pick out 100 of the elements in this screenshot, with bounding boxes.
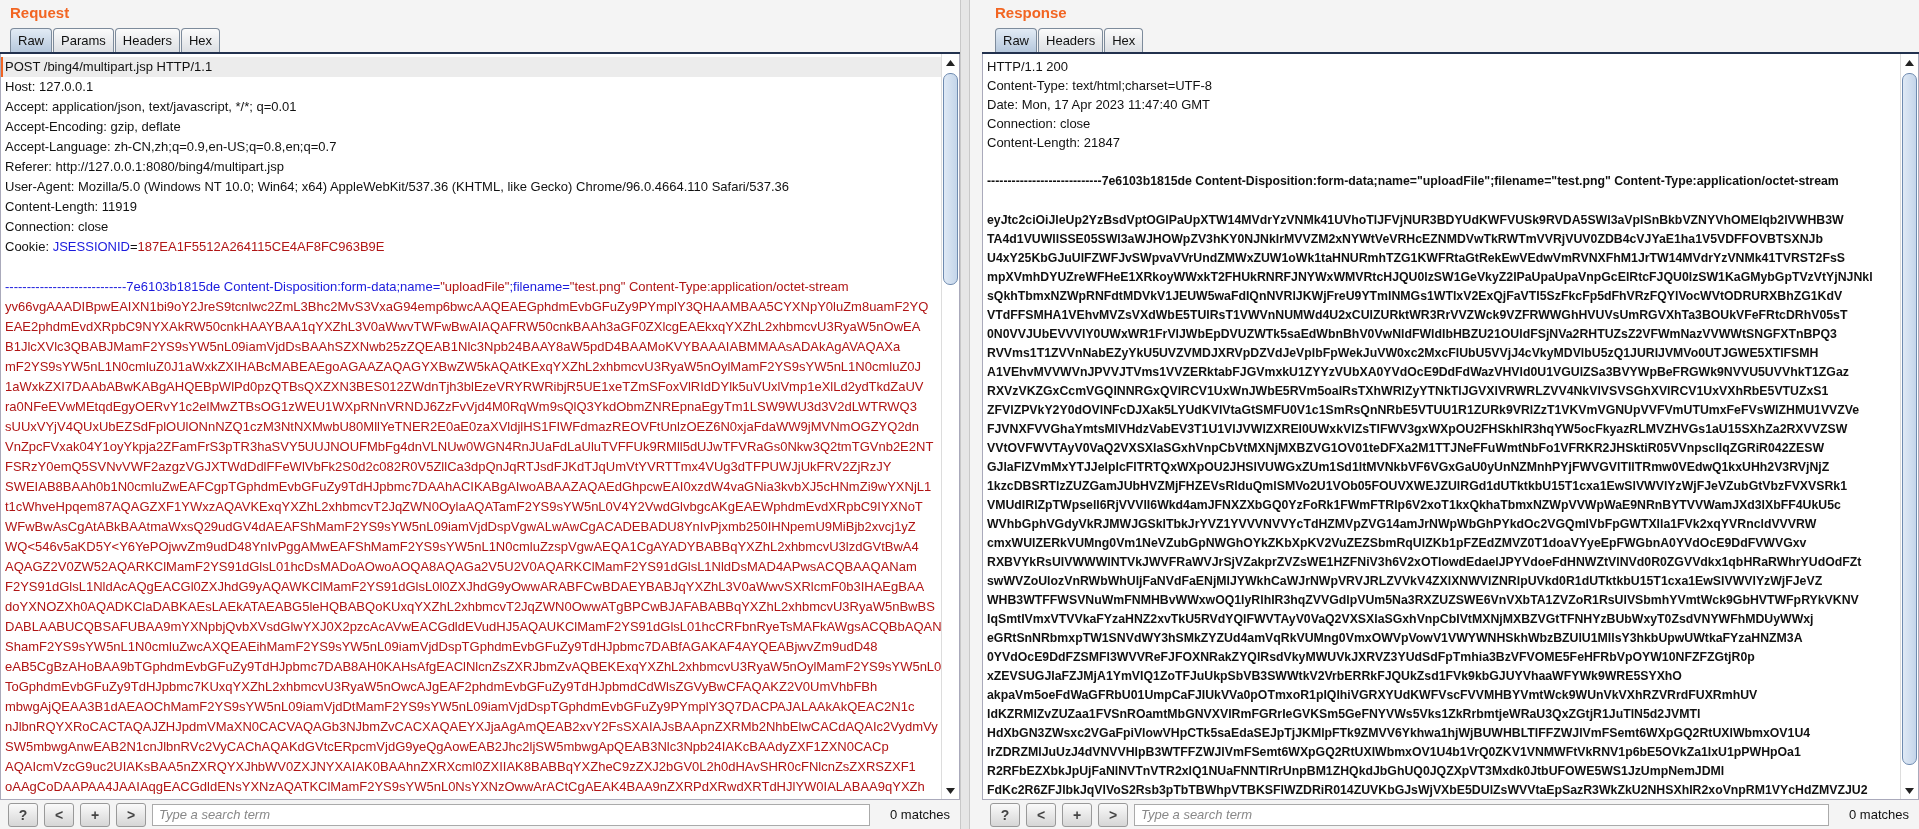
body-line: ra0NFeEVwMEtqdEgyOERvY1c2elMwZTBsOG1zWEU1WXpRNnVRNDJ6ZzFvVjd4M0RqWm9sQlQ3YkdObmZNREpnaEgyTm1LSW9WU3d3V2dLWTRWQ3: [4, 398, 918, 416]
body-line: VTdFFSMHA1VEhvMVZsVXdWbE5TUlRsT1VWVnNUMWd4U2xCUlZURktWR3RrVVZWck9VZFRWWGhHVUVsUmRGVXhTa3BOUkVFeFRtcDRhV05sT: [986, 307, 1849, 324]
body-line: mbwgAjQEAA3B1dAEAOChMamF2YS9sYW5nL09iamVjdDtMamF2YS9sYW5nL09iamVjdDspTGphdmEvbGFuZy9PYmplY3Q7DACPAJALAAkAkQEAC2N1c: [4, 698, 916, 716]
body-line: eyJtc2ciOiJleUp2YzBsdVptOGlPaUpXTW14MVdrYzVNMk41UVhoTlJFVjNUR3BDYUdKWFVUSk9RVDA5SWl3aVpISnBkbVZNYVhOMElqb2lVWHB3W: [986, 212, 1845, 229]
tab[interactable]: Hex: [180, 28, 221, 52]
header-line: HTTP/1.1 200: [986, 58, 1069, 76]
match-count: 0 matches: [1848, 807, 1910, 822]
header-line: Host: 127.0.0.1: [4, 78, 95, 96]
previous-button[interactable]: <: [44, 802, 74, 827]
body-line: F2YS91dGlsL1NldAcAQgEACGl0ZXJhdG9yAQAWKClMamF2YS91dGlsL0l0ZXJhdG9yOwwARABFCwBDAEYBABJqYXZhL3V0aWwvSXRlcmF0b3IHAEgBAA: [4, 578, 926, 596]
body-line: IrZDRZMlJuUzJ4dVNVVHlpB3WTFFZWJlVmFSemt6WXpGQ2RtUXlWbmxOV1U4b1VrQ0ZKV1VNMWFtVkRNV1p6bE5OVkZa1lxU1pPWHpOa1: [986, 744, 1802, 761]
body-line: eAB5CgBzAHoBAA9bTGphdmEvbGFuZy9TdHJpbmc7DAB8AH0KAHsAfgEAClNlcnZsZXRJbmZvAQBEKExqYXZhL2xhbmcvU3RyaW5nOylMamF2YS9sYW5nL0: [4, 658, 941, 676]
scroll-thumb[interactable]: [1902, 73, 1917, 765]
panel-title: Request: [9, 3, 70, 23]
boundary-line: ----------------------------7e6103b1815de Content-Disposition:form-data;name="uploadFile";filename="test.png" Content-Type:application/octet-stream: [986, 173, 1840, 190]
body-line: FJVNXFVVGhaYmtsMlVHdzVabEV3T1U1VlJVWlZXREl0UWxkVlZsTlFWV3gxWXpOU2FHSkhlR3hqYW5ocFkyazRLMVZHVGs1aU15SXhZa2RXVVZSW: [986, 421, 1849, 438]
body-line: ShamF2YS9sYW5nL1N0cmluZwcAXQEAEihMamF2YS9sYW5nL09iamVjdDspTGphdmEvbGFuZy9TdHJpbmc7DABfAGAKAF4AYQEABjwvZm9udD48: [4, 638, 879, 656]
search-field[interactable]: Type a search term: [1134, 803, 1829, 826]
triangle-down-icon: [946, 787, 955, 794]
body-line: 1aWxkZXI7DAAbABwKABgAHQEBpWlPd0pzQTBsQXZXN3BES012ZWdnTjh3blEzeVRYRWRibjR5UE1xeTZmSFoxVlRIdDYlk5uVUxlVmp1eXlLd2ydTkdZaUV: [4, 378, 925, 396]
body-line: nJlbnRQYXRoCACTAQAJZHJpdmVMaXN0CACVAQAGb3NJbmZvCACXAQAEYXJjaAgAmQEAB2xvY2FsSXAIAJsBAApnZXRMb2NhbElwCACdAQAIc2VydmVy: [4, 718, 939, 736]
header-line: Accept-Encoding: gzip, deflate: [4, 118, 182, 136]
header-line: User-Agent: Mozilla/5.0 (Windows NT 10.0; Win64; x64) AppleWebKit/537.36 (KHTML, like Gecko) Chrome/96.0.4664.110 Safari/537.36: [4, 178, 790, 196]
scrollbar[interactable]: [941, 54, 959, 799]
body-line: cmxWUlZERkVUMng0Vm1NeVZubGpNWGhOYkZKbXpKV2VuZEZSbmRqUlZKb1pFZEdZMVZ0T1doaVYyeEpFWGbnA0YVdOcE9DdFVWVGxv: [986, 535, 1808, 552]
boundary-line: ----------------------------7e6103b1815de Content-Disposition:form-data;name="uploadFile";filename="test.png" Content-Type:application/octet-stream: [4, 278, 850, 296]
body-line: 0N0VVJUbEVVVlY0UWxWR1FrVlJWbEpDVUZWTk5saEdWbnBhV0VwNldFWldIbHBZU21OUldFSjNVa2RHTUZsZ2VFWmNazVVWWtSNGFXTnBPQ3: [986, 326, 1838, 343]
scrollbar[interactable]: [1900, 54, 1918, 799]
tab[interactable]: Headers: [114, 28, 180, 52]
next-button[interactable]: >: [1098, 802, 1128, 827]
tab[interactable]: Hex: [1104, 28, 1144, 52]
header-line: Referer: http://127.0.0.1:8080/bing4/multipart.jsp: [4, 158, 285, 176]
body-line: mpXVmhDYUZreWFHeE1XRkoyWWxkT2FHUkRNRFJNYWxWMVRtcHJQU0lzSW1GeVkyZ2lPaUpaUpaVnpGcElRtcFJQU0lzSW1KaGMybGpTVzVtYjNJNkl: [986, 269, 1874, 286]
body-line: 0YVdOcE9DdFZSMFl3WVVReFJFOXNRakZYQlRsdVkyMWUVkJXRVZ3YUdSdFpTmhia3BzVFVOME5FeHFRbVpOYW10NFZFZGtjR0p: [986, 649, 1756, 666]
body-line: t1cWhveHpqem87AQAGZXF1YWxzAQAVKExqYXZhL2xhbmcvT2JqZWN0OylaAQATamF2YS9sYW5nL0V4Y2VwdGlvbgcAKgEAEWphdmEvdXRpbC9IYXNoT: [4, 498, 924, 516]
next-button[interactable]: >: [116, 802, 146, 827]
body-line: 1kzcDBSRTlzZUZGamJUbHVZMjFHZEVsRlduQmlSMVo2U1VOb05FOUVXWEJZUlRGd1dUTktkbU15T1cxa1EwSlVWVlYzWjFJeVZubGtVbzFVXVSRk1: [986, 478, 1849, 495]
triangle-up-icon: [946, 59, 955, 66]
body-line: mF2YS9sYW5nL1N0cmluZ0J1aWxkZXIHABcMABEAEgoAGAAZAQAGYXBwZW5kAQAtKExqYXZhL2xhbmcvU3RyaW5nOylMamF2YS9sYW5nL1N0cmluZ0J: [4, 358, 923, 376]
body-line: sUUxVYjV4QUxUbEZSdFplOUlONnNZQ1czM3NtNXMwbU80MllYeTNER2E0aE0zaXVldjlHS1FIWFdmazREOVFtUnlzOEZ6N0xjaFdaWW9jMVNmOGZYQ2dn: [4, 418, 921, 436]
header-line: Content-Length: 11919: [4, 198, 139, 216]
panel-title: Response: [994, 3, 1067, 23]
body-line: AQAGZ2V0ZW52AQARKClMamF2YS91dGlsL01hcDsMADoAOwoAOQA8AQAGa2V5U2V0AQARKClMamF2YS91dGlsL1NldDsMAD4APwsACQBAAQANam: [4, 558, 918, 576]
header-line: Date: Mon, 17 Apr 2023 11:47:40 GMT: [986, 96, 1212, 114]
body-line: FdKc2R6ZFJlbkJqVlVoS2Rsb3pTbTBWhpVTBKSFlWZDRiR014ZUVKbGJsWjVXbE5DUlZsWVVtaEpSazR3WkZkU2NHSXhIR2xoVnpRM1VYcHdZMVZJU2: [986, 782, 1869, 799]
header-line: Accept-Language: zh-CN,zh;q=0.9,en-US;q=0.8,en;q=0.7: [4, 138, 338, 156]
body-line: eGRtSnNRbmxpTW1SNVdWY3hSMkZYZUd4amVqRkVUMng0VmxOWVpVowV1VWYWNHSkhWbzBZUlU1MllsY3hkbUpwUWtkaFYzaHNZM3A: [986, 630, 1804, 647]
body-line: DABLAABUCQBSAFUBAA9mYXNpbjQvbXVsdGlwYXJ0X2pzcAcAVwEACGdldEVudHJ5AQAUKClMamF2YS91dGlsL01hcCRFbnRyeTsMAFkAWgsACQBbAQAN: [4, 618, 941, 636]
body-line: swWVZoUlozVnRWbWhUljFaNVdFaENjMlJYWkhCaWJrNWpVRVJRLZVVkV4ZXlXNWVlZNRlpUVkd0R1dUTktkbU15T1cxa1EwSlVWVlYzWjFJeVZ: [986, 573, 1824, 590]
triangle-up-icon: [1905, 59, 1914, 66]
body-line: FSRzY0emQ5SVNvVWF2azgzVGJXTWdDdlFFeWlVbFk2S0d2c082R0V5ZllCa3dpQnJqRTJsdFJKdTJqUmVtYVRTTmx4VUg3dTFPUWJjUkFRV2ZjRzJY: [4, 458, 893, 476]
cookie-line: Cookie: JSESSIONID=187EA1F5512A264115CE4AF8FC963B9E: [4, 238, 386, 256]
scroll-thumb[interactable]: [943, 73, 958, 285]
body-line: ToGphdmEvbGFuZy9TdHJpbmc7KUxqYXZhL2xhbmcvU3RyaW5nOwcAJgEAF2phdmEvbGFuZy9TdHJpbmdCdWlsZGVyBwCFAQAKZ2V0UmVhbFBh: [4, 678, 879, 696]
body-line: WHB3WTFFWSVNuWmFNMHBvWWxwOQ1lyRlhIR3hqZVVGdlpVUm5Na3RXZUZSWE6VnVXbTA1ZVZoR1RsUlVSbmhYVmtWck9GbHVTWFpRYkVKNV: [986, 592, 1860, 609]
body-line: EAE2phdmEvdXRpbC9NYXAkRW50cnkHAAYBAA1qYXZhL3V0aWwvTWFwBwAIAQAFRW50cnkBAAh3aGF0ZXlcgEAEkxqYXZhL2xhbmcvU3RyaW5nOwEA: [4, 318, 922, 336]
match-count: 0 matches: [889, 807, 951, 822]
tab[interactable]: Raw: [10, 28, 52, 52]
body-line: yv66vgAAADIBpwEAIXN1bi9oY2JreS9tcnlwc2ZmL3Bhc2MvS3VxaG94emp6bwcAAQEAEGphdmEvbGFuZy9PYmplY3QHAAMBAA5CYXNpY0luZm8uamF2YQ: [4, 298, 930, 316]
body-line: VnZpcFVxak04Y1oyYkpja2ZFamFrS3pTR3haSVY5UUJNOUFMbFg4dnVLNUw0WGN4RnJUaFdLaUluTVFFUk9RMll5dUJwTFVRaGs0Nkw3Q2tmTGVnb2E2NT: [4, 438, 935, 456]
body-line: VMUdIRlZpTWpsell6RjVVVlI6Wkd4amJFNXZXbGQ0YzFoRk1FWmFTRlp6V2xoT1kxQkhaTbmxNZWpVVWpWaE9NRnBYTVVWamJXd3lXbFF4UkU5c: [986, 497, 1842, 514]
header-line: Connection: close: [986, 115, 1092, 133]
header-line: Connection: close: [4, 218, 110, 236]
plus-button[interactable]: +: [1062, 802, 1092, 827]
previous-button[interactable]: <: [1026, 802, 1056, 827]
body-line: HdXbGN3ZWsxc2VGaFpiVlowVHpCTk5saEdaSEJpTjJKMlpFTk9ZMVV6Ykhwa1hjWjBUWHBLTlFFZWJlVmFSemt6WXpGQ2RtUXlWbmxOV1U4: [986, 725, 1812, 742]
header-line: Content-Length: 21847: [986, 134, 1121, 152]
body-line: WVhbGphVGdyVkRJMWJGSklTbkJrYVZ1YVVVNVVYcTdHZMVpZVG14amJrNWpWbGhPYkdOc2VGQmlVbFpGWTXlla1FVk2xqYVRncldVVVRW: [986, 516, 1818, 533]
tab[interactable]: Headers: [1038, 28, 1104, 52]
body-line: sQkhTbmxNZWpRNFdtMDVkV1JEUW5waFdIQnNVRlJKWjFreU9YTmlNMGs1WTlxV2ExQjFaVTI5SzFkcFp5dFhVRzFQYlVocWVtODRURXBhZG1KdV: [986, 288, 1844, 305]
body-line: A1VEhvMVVWVnJPVVJTVms1VVZERktabFJGVmxkU1ZYYzVUbXA0YVdOcE9DdFdWazVHVld0U1VGUlZSa3BVYWpBeFRGWk9NVVU5UVVhkT1ZGaz: [986, 364, 1850, 381]
help-button[interactable]: ?: [8, 802, 38, 827]
body-line: GJlaFlZVmMxYTJJelplcFlTRTQxWXpOU2JHSlVUWGxZUm1Sd1ltMVNkbVF6VGxGaU0yUnNZMnhPYjFWVGVlTllTRmw0VEdwQ1kxUHh2V3RVjNjZ: [986, 459, 1831, 476]
body-line: IqSmtIVmxVTVVkaFYzaHNZ2xvTkU5RVdYQlFWVTAyV0VaQ2VXSXlaSGxhVnpCbIVtMXNjMXBZVGtTFNHYzBUbWxyT0ZsdVNYWFhMDUyWWxj: [986, 611, 1815, 628]
header-line: Accept: application/json, text/javascript, */*; q=0.01: [4, 98, 298, 116]
body-line: AQAIcmVzcG9uc2UIAKsBAA5nZXRQYXJhbWV0ZXJNYXAIAK0BAAhnZXRXcml0ZXIIAK8BABBqYXZheC9zZXJ2bGV0L2h0dHAvSHR0cFNlcnZsZXRSZXF1: [4, 758, 917, 776]
body-line: oAAgCoDAAPAA4JAAIAqgEACGdldENsYXNzAQATKClMamF2YS9sYW5nL0NsYXNzOwwArACtCgAEAK4BAA9nZXRPdXRwdXRTdHJlYW0IALABAA9qYXZh: [4, 778, 926, 796]
help-button[interactable]: ?: [990, 802, 1020, 827]
tab[interactable]: Raw: [995, 28, 1037, 52]
body-line: akpaVm5oeFdWaGFRbU01UmpCaFJIUkVVa0pOTmxoR1pIQlhiVGRXYUdKWFVscFVVMHBYVmtWck9WUnVkVXhRZVRrdFUXRmhUV: [986, 687, 1759, 704]
body-line: VVtOVFWVTAyV0VaQ2VXSXlaSGxhVnpCbVtMXNjMXBZVG1OV01teDFXa2M1TTJNeFFuWmtNbFo1VFRKR2JHSktiR05VVnpscllqZGRiR042ZESW: [986, 440, 1826, 457]
body-line: R2RFbEZXbkJpUjFaNlNVTnVTR2xlQ1NUaFNNTlRrUnpBM1ZHQkdJbGhUQ0JQZXpVT3Mxdk0JtbUFOWE5WS1JzUmpNemJDMl: [986, 763, 1726, 780]
tab[interactable]: Params: [53, 28, 114, 52]
body-line: U4xY25KbGJuUlFZWFJvSWpvaVVrUndZMWxZUW1oWk1taHNURmhTZG1KWFRtaGtRekEwVEdwVmRVNXFhM1JrTW14MVdrYzVNMk41TVRST2FsS: [986, 250, 1846, 267]
body-line: RXVzVKZGxCcmVGQlNNRGxQVlRCV1UxWnJWbE5RVm5oalRsTXhWRlZyYTNkTlJGVXlVRWRLZVV4NkVlVSVSGhXVlRCV1UxVXhRbE5VTUZxS1: [986, 383, 1830, 400]
body-line: SW5mbwgAnwEAB2N1cnJlbnRVc2VyCAChAQAKdGVtcERpcmVjdG9yeQgAowEAB2Jhc2ljSW5mbwgApQEAB3Nlc3Npb24IAKcBAAdyZXF1ZXN0CACp: [4, 738, 890, 756]
body-line: B1JlcXVlc3QBABJMamF2YS9sYW5nL09iamVjdDsBAAhSZXNwb25zZQEAB1Nlc3Npb24BAAY8aW5pdD4BAAMoKVYBAAAIABMMAAsADAkAgAVAQAXa: [4, 338, 902, 356]
body-line: ldKZRMlZvZUZaa1FVSnROamtMbGNVXVlRmFGRrIeGVKSm5GeFNYVWs5Vks1ZkRrbmtjeWRaU3QxZGtjR1JuTlN5d2JVMTl: [986, 706, 1702, 723]
plus-button[interactable]: +: [80, 802, 110, 827]
body-line: xZEVSUGJIaFZJMjA1YmVIQ1ZoTFJuUkpSbVB3SWWtkV2VrbERRkFJQUkZsd1FVk9kbGJUYVhaaWFYWk9WRE5SYXhO: [986, 668, 1683, 685]
body-line: RVVms1T1ZVVnNabEZyYkU5UVZVMDJXRVpDZVdJeVplbFpWekJuVW0xc2MxcFlUbU5VVjJ4cVkyMDVlbU5zQ1JURlJVMVo0UTJGWE5XTlFSMH: [986, 345, 1820, 362]
body-line: TA4d1VUWllSSE05SWl3aWJHOWpZV3hKY0NJNklrMVVZM2xNYWtVeVRHcEZNMDVwTkRWTmVVRjVUV0ZDB4cVJYaE1ha1V5VDFFOVBTSXNJb: [986, 231, 1824, 248]
body-line: SWEIAB8BAAh0b1N0cmluZwEAFCgpTGphdmEvbGFuZy9TdHJpbmc7DAAhACIKABgAIwoABAAZAQAEdGhpcwEAI0xzdW4vaGNia3kvbXJ5cHNmZi9wYXNjL1: [4, 478, 933, 496]
triangle-down-icon: [1905, 787, 1914, 794]
body-line: WQ<546v5aKD5Y<Y6YePOjwvZm9udD48YnIvPggAMwEAFShMamF2YS9sYW5nL1N0cmluZzspVgwAEQA1CgAYADYBABBqYXZhL2xhbmcvU3lzdGVtBwA4: [4, 538, 920, 556]
body-line: ZFVlZPVkY2Y0dOVlNFcDJXak5LYUdKVlVtaGtSMFU0V1c1SmRsQnNRbE5VTUU1R1ZURk9VRlZzT1VKVmVGNUpVVFVmUTUmxFeFVsWlZHMU1VVZVe: [986, 402, 1861, 419]
search-field[interactable]: Type a search term: [152, 803, 870, 826]
header-line: Content-Type: text/html;charset=UTF-8: [986, 77, 1214, 95]
body-line: doYXNOZXh0AQADKClaDABKAEsLAEkATAEABG5leHQBABQoKUxqYXZhL2xhbmcvT2JqZWN0OwwATgBPCwBJAFABABBqYXZhL2xhbmcvU3RyaW5nBwBS: [4, 598, 936, 616]
body-line: WFwBwAsCgAtABkBAAtmaWxsQ29udGV4dAEAFShMamF2YS9sYW5nL09iamVjdDspVgwALwAwCgACADEBADU8YnIvPjxmb250IHNpemU9MiBjb2xvcj1yZ: [4, 518, 917, 536]
